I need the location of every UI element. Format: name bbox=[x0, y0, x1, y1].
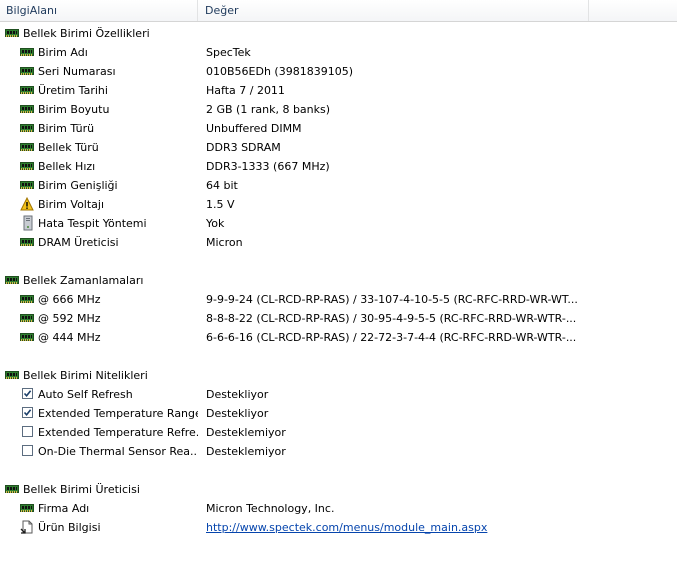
item-value: Desteklemiyor bbox=[206, 426, 286, 439]
list-item[interactable]: Bellek Türü DDR3 SDRAM bbox=[0, 138, 677, 157]
list-item[interactable]: Hata Tespit Yöntemi Yok bbox=[0, 214, 677, 233]
ram-icon bbox=[5, 29, 19, 37]
item-value: Desteklemiyor bbox=[206, 445, 286, 458]
item-label: Auto Self Refresh bbox=[38, 388, 133, 401]
item-label: Hata Tespit Yöntemi bbox=[38, 217, 147, 230]
column-header-field[interactable]: BilgiAlanı bbox=[0, 0, 198, 21]
item-label: Firma Adı bbox=[38, 502, 90, 515]
item-value: 6-6-6-16 (CL-RCD-RP-RAS) / 22-72-3-7-4-4… bbox=[206, 331, 577, 344]
column-header: BilgiAlanı Değer bbox=[0, 0, 677, 22]
item-value: 1.5 V bbox=[206, 198, 235, 211]
list-item[interactable]: Extended Temperature Range Destekliyor bbox=[0, 404, 677, 423]
item-label: Birim Boyutu bbox=[38, 103, 110, 116]
item-value: 9-9-9-24 (CL-RCD-RP-RAS) / 33-107-4-10-5… bbox=[206, 293, 578, 306]
item-value: SpecTek bbox=[206, 46, 251, 59]
item-value: Yok bbox=[206, 217, 225, 230]
list-item[interactable]: Birim Adı SpecTek bbox=[0, 43, 677, 62]
item-label: Birim Adı bbox=[38, 46, 88, 59]
item-label: Seri Numarası bbox=[38, 65, 116, 78]
group-row[interactable]: Bellek Birimi Nitelikleri bbox=[0, 366, 677, 385]
item-label: @ 592 MHz bbox=[38, 312, 101, 325]
group-row[interactable]: Bellek Birimi Özellikleri bbox=[0, 24, 677, 43]
item-label: Extended Temperature Range bbox=[38, 407, 198, 420]
checkbox-unchecked[interactable] bbox=[22, 445, 33, 456]
list-item[interactable]: On-Die Thermal Sensor Rea... Desteklemiy… bbox=[0, 442, 677, 461]
item-label: DRAM Üreticisi bbox=[38, 236, 119, 249]
warning-icon bbox=[20, 196, 34, 211]
item-value: Micron Technology, Inc. bbox=[206, 502, 335, 515]
web-page-icon bbox=[20, 520, 34, 534]
item-label: @ 666 MHz bbox=[38, 293, 101, 306]
list-item[interactable]: Auto Self Refresh Destekliyor bbox=[0, 385, 677, 404]
ram-icon bbox=[5, 371, 19, 379]
group-row[interactable]: Bellek Birimi Üreticisi bbox=[0, 480, 677, 499]
item-label: Birim Genişliği bbox=[38, 179, 118, 192]
list-item[interactable]: Birim Voltajı 1.5 V bbox=[0, 195, 677, 214]
item-value: 8-8-8-22 (CL-RCD-RP-RAS) / 30-95-4-9-5-5… bbox=[206, 312, 577, 325]
list-item[interactable]: @ 592 MHz 8-8-8-22 (CL-RCD-RP-RAS) / 30-… bbox=[0, 309, 677, 328]
item-value: 64 bit bbox=[206, 179, 238, 192]
ram-icon bbox=[20, 314, 34, 322]
item-label: On-Die Thermal Sensor Rea... bbox=[38, 445, 198, 458]
ram-icon bbox=[20, 238, 34, 246]
item-value: Destekliyor bbox=[206, 407, 269, 420]
list-item[interactable]: Ürün Bilgisi http://www.spectek.com/menu… bbox=[0, 518, 677, 537]
column-header-value[interactable]: Değer bbox=[199, 0, 589, 21]
checkbox-checked[interactable] bbox=[22, 388, 33, 399]
ram-icon bbox=[20, 333, 34, 341]
ram-icon bbox=[5, 485, 19, 493]
checkbox-unchecked[interactable] bbox=[22, 426, 33, 437]
ram-icon bbox=[20, 105, 34, 113]
list-item[interactable]: @ 666 MHz 9-9-9-24 (CL-RCD-RP-RAS) / 33-… bbox=[0, 290, 677, 309]
list-item[interactable]: Birim Boyutu 2 GB (1 rank, 8 banks) bbox=[0, 100, 677, 119]
item-label: @ 444 MHz bbox=[38, 331, 101, 344]
item-label: Birim Voltajı bbox=[38, 198, 105, 211]
list-item[interactable]: Bellek Hızı DDR3-1333 (667 MHz) bbox=[0, 157, 677, 176]
ram-icon bbox=[20, 86, 34, 94]
ram-icon bbox=[20, 295, 34, 303]
checkbox-checked[interactable] bbox=[22, 407, 33, 418]
pc-tower-icon bbox=[22, 215, 34, 231]
ram-icon bbox=[5, 276, 19, 284]
item-label: Üretim Tarihi bbox=[38, 84, 108, 97]
item-label: Bellek Hızı bbox=[38, 160, 96, 173]
item-value: 2 GB (1 rank, 8 banks) bbox=[206, 103, 331, 116]
list-item[interactable]: Extended Temperature Refre... Desteklemi… bbox=[0, 423, 677, 442]
list-item[interactable]: Üretim Tarihi Hafta 7 / 2011 bbox=[0, 81, 677, 100]
list-item[interactable]: Firma Adı Micron Technology, Inc. bbox=[0, 499, 677, 518]
ram-icon bbox=[20, 48, 34, 56]
list-item[interactable]: DRAM Üreticisi Micron bbox=[0, 233, 677, 252]
group-title: Bellek Birimi Nitelikleri bbox=[23, 369, 148, 382]
item-value: 010B56EDh (3981839105) bbox=[206, 65, 353, 78]
item-label: Birim Türü bbox=[38, 122, 95, 135]
item-value: Destekliyor bbox=[206, 388, 269, 401]
item-value: Micron bbox=[206, 236, 243, 249]
item-value: Hafta 7 / 2011 bbox=[206, 84, 285, 97]
ram-icon bbox=[20, 143, 34, 151]
item-value: DDR3 SDRAM bbox=[206, 141, 281, 154]
ram-icon bbox=[20, 67, 34, 75]
ram-icon bbox=[20, 181, 34, 189]
item-value: DDR3-1333 (667 MHz) bbox=[206, 160, 330, 173]
list-item[interactable]: @ 444 MHz 6-6-6-16 (CL-RCD-RP-RAS) / 22-… bbox=[0, 328, 677, 347]
group-title: Bellek Birimi Üreticisi bbox=[23, 483, 140, 496]
group-row[interactable]: Bellek Zamanlamaları bbox=[0, 271, 677, 290]
list-item[interactable]: Seri Numarası 010B56EDh (3981839105) bbox=[0, 62, 677, 81]
ram-icon bbox=[20, 124, 34, 132]
list-item[interactable]: Birim Genişliği 64 bit bbox=[0, 176, 677, 195]
item-label: Extended Temperature Refre... bbox=[38, 426, 198, 439]
ram-icon bbox=[20, 504, 34, 512]
product-info-link[interactable]: http://www.spectek.com/menus/module_main… bbox=[206, 518, 676, 537]
ram-icon bbox=[20, 162, 34, 170]
group-title: Bellek Birimi Özellikleri bbox=[23, 27, 150, 40]
list-item[interactable]: Birim Türü Unbuffered DIMM bbox=[0, 119, 677, 138]
item-label: Bellek Türü bbox=[38, 141, 99, 154]
item-value: Unbuffered DIMM bbox=[206, 122, 302, 135]
group-title: Bellek Zamanlamaları bbox=[23, 274, 144, 287]
item-label: Ürün Bilgisi bbox=[38, 521, 101, 534]
